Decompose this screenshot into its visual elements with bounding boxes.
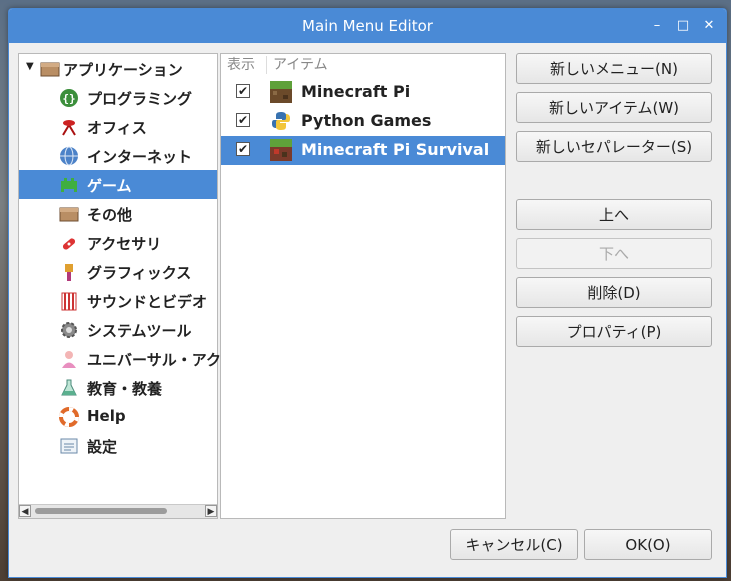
tree-item-sound-video[interactable]: サウンドとビデオ [19, 286, 217, 315]
tree-item-accessories[interactable]: アクセサリ [19, 228, 217, 257]
education-icon [61, 379, 77, 396]
new-item-button[interactable]: 新しいアイテム(W) [516, 92, 712, 123]
menu-tree[interactable]: ▼ アプリケーション {} プログラミング オフィス インターネット ゲーム そ… [18, 53, 221, 519]
tree-item-other[interactable]: その他 [19, 199, 217, 228]
scroll-right-icon[interactable]: ▶ [205, 505, 217, 517]
tree-item-graphics[interactable]: グラフィックス [19, 257, 217, 286]
item-row-minecraft-pi-survival[interactable]: ✔ Minecraft Pi Survival [221, 136, 505, 165]
item-label: Minecraft Pi Survival [301, 140, 490, 159]
maximize-button[interactable]: □ [675, 18, 691, 34]
column-header-show[interactable]: 表示 [227, 54, 255, 76]
tree-item-internet[interactable]: インターネット [19, 141, 217, 170]
tree-item-games[interactable]: ゲーム [19, 170, 217, 199]
scrollbar-thumb[interactable] [35, 508, 167, 514]
tree-item-office[interactable]: オフィス [19, 112, 217, 141]
tree-horizontal-scrollbar[interactable]: ◀ ▶ [19, 504, 217, 518]
minimize-button[interactable]: – [649, 18, 665, 34]
programming-icon: {} [60, 89, 78, 107]
tree-item-label: グラフィックス [87, 264, 192, 282]
tree-item-label: サウンドとビデオ [87, 293, 208, 311]
minecraft-survival-icon [270, 139, 292, 161]
column-header-item[interactable]: アイテム [273, 54, 328, 76]
show-checkbox[interactable]: ✔ [236, 142, 250, 156]
tree-root-label: アプリケーション [63, 61, 183, 79]
universal-access-icon [62, 351, 76, 368]
sound-video-icon [61, 292, 77, 311]
properties-button[interactable]: プロパティ(P) [516, 316, 712, 347]
move-up-button[interactable]: 上へ [516, 199, 712, 230]
cancel-button[interactable]: キャンセル(C) [450, 529, 578, 560]
tree-item-label: アクセサリ [87, 235, 162, 253]
minecraft-icon [270, 81, 292, 103]
new-menu-button[interactable]: 新しいメニュー(N) [516, 53, 712, 84]
python-icon [272, 112, 290, 130]
items-list[interactable]: 表示 アイテム ✔ Minecraft Pi ✔ Python Games ✔ … [220, 53, 712, 519]
new-separator-button[interactable]: 新しいセパレーター(S) [516, 131, 712, 162]
games-icon [61, 178, 77, 192]
tree-item-programming[interactable]: {} プログラミング [19, 83, 217, 112]
accessories-icon [62, 238, 76, 250]
window-title: Main Menu Editor [302, 17, 433, 35]
settings-icon [60, 438, 78, 454]
item-row-minecraft-pi[interactable]: ✔ Minecraft Pi [221, 78, 505, 107]
other-icon [59, 207, 79, 222]
tree-item-label: その他 [87, 206, 133, 224]
tree-root-applications[interactable]: ▼ アプリケーション [19, 54, 217, 83]
svg-text:{}: {} [62, 92, 75, 105]
graphics-icon [65, 264, 73, 281]
main-menu-editor-window: Main Menu Editor – □ ✕ ▼ アプリケーション {} プログ… [8, 8, 727, 578]
tree-item-label: プログラミング [87, 90, 193, 108]
show-checkbox[interactable]: ✔ [236, 84, 250, 98]
internet-icon [60, 146, 78, 166]
item-label: Minecraft Pi [301, 82, 411, 101]
tree-item-system-tools[interactable]: システムツール [19, 315, 217, 344]
expand-arrow-icon[interactable]: ▼ [26, 61, 34, 72]
tree-item-universal-access[interactable]: ユニバーサル・アク [19, 344, 221, 373]
tree-item-label: オフィス [87, 119, 147, 137]
move-down-button[interactable]: 下へ [516, 238, 712, 269]
tree-item-education[interactable]: 教育・教養 [19, 373, 217, 402]
delete-button[interactable]: 削除(D) [516, 277, 712, 308]
applications-icon [40, 62, 60, 77]
tree-item-label: 設定 [87, 438, 118, 456]
tree-item-label: ユニバーサル・アク [87, 351, 221, 369]
office-icon [62, 120, 76, 136]
tree-item-label: システムツール [87, 322, 192, 340]
tree-item-label: Help [87, 407, 126, 425]
tree-item-settings[interactable]: 設定 [19, 431, 217, 460]
tree-item-help[interactable]: Help [19, 402, 217, 431]
column-divider [266, 56, 267, 74]
tree-item-label: 教育・教養 [87, 380, 163, 398]
ok-button[interactable]: OK(O) [584, 529, 712, 560]
title-bar[interactable]: Main Menu Editor – □ ✕ [9, 9, 726, 43]
help-icon [59, 407, 79, 427]
tree-item-label: ゲーム [87, 177, 132, 195]
item-label: Python Games [301, 111, 432, 130]
item-row-python-games[interactable]: ✔ Python Games [221, 107, 505, 136]
close-button[interactable]: ✕ [701, 18, 717, 34]
show-checkbox[interactable]: ✔ [236, 113, 250, 127]
tree-item-label: インターネット [87, 148, 193, 166]
scroll-left-icon[interactable]: ◀ [19, 505, 31, 517]
system-tools-icon [61, 322, 77, 338]
